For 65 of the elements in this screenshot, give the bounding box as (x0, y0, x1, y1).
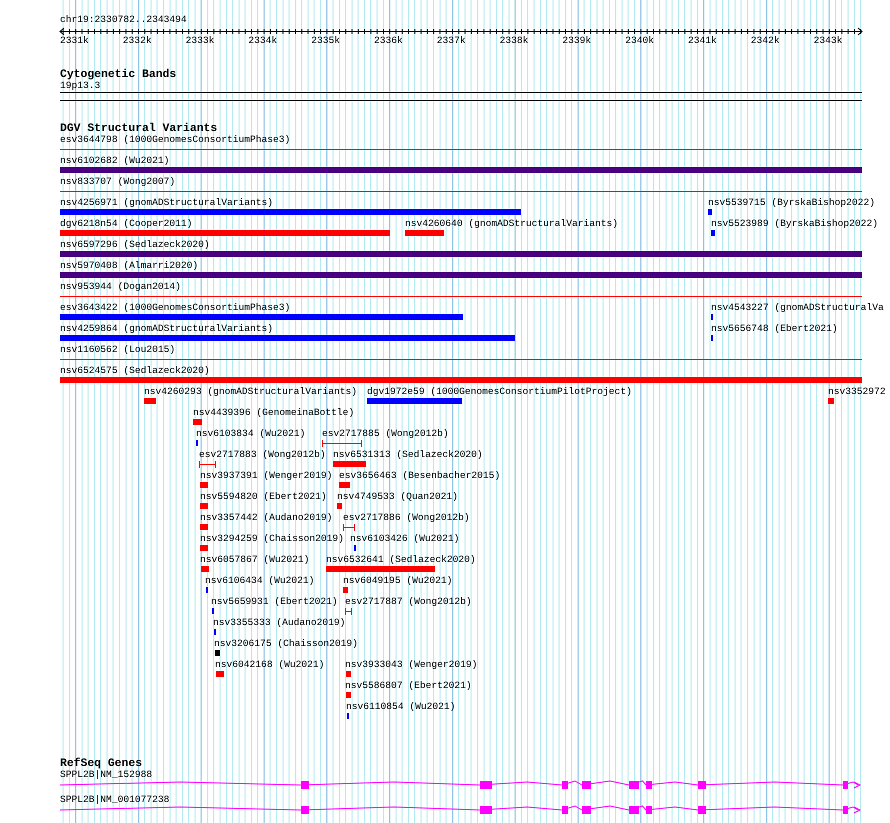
tick-label: 2335k (311, 35, 340, 47)
feature-label: nsv5586807 (Ebert2021) (345, 680, 472, 692)
feature-label: esv2717886 (Wong2012b) (343, 512, 470, 524)
location-label: chr19:2330782..2343494 (60, 14, 187, 26)
tick-label: 2337k (436, 35, 466, 47)
feature-label: nsv6531313 (Sedlazeck2020) (333, 449, 483, 461)
feature-label: nsv6102682 (Wu2021) (60, 155, 170, 167)
tick-label: 2341k (688, 35, 717, 47)
tick-label: 2339k (562, 35, 592, 47)
track-title: RefSeq Genes (60, 757, 142, 770)
tick-label: 2343k (814, 35, 842, 47)
feature-label: esv3644798 (1000GenomesConsortiumPhase3) (60, 134, 290, 146)
feature-label: nsv3294259 (Chaisson2019) (200, 533, 344, 545)
feature-label: nsv6057867 (Wu2021) (200, 554, 310, 566)
gene-label: SPPL2B|NM_001077238 (60, 794, 170, 806)
feature-label: nsv5523989 (ByrskaBishop2022) (711, 218, 878, 230)
feature-label: dgv1972e59 (1000GenomesConsortiumPilotProject) (367, 386, 632, 398)
tick-label: 2340k (625, 35, 654, 47)
tick-label: 2336k (374, 35, 403, 47)
gene-label: SPPL2B|NM_152988 (60, 769, 152, 781)
feature-label: nsv3937391 (Wenger2019) (200, 470, 332, 482)
track-title: Cytogenetic Bands (60, 68, 176, 82)
tick-label: 2342k (750, 35, 780, 47)
feature-label: nsv4260640 (gnomADStructuralVariants) (405, 218, 618, 230)
feature-label: nsv6103426 (Wu2021) (350, 533, 460, 545)
tick-label: 2333k (186, 35, 214, 47)
feature-label: nsv6524575 (Sedlazeck2020) (60, 365, 210, 377)
feature-label: nsv4439396 (GenomeinaBottle) (193, 407, 354, 419)
feature-label: esv3643422 (1000GenomesConsortiumPhase3) (60, 302, 290, 314)
feature-label: nsv4260293 (gnomADStructuralVariants) (144, 386, 358, 398)
feature-label: nsv6106434 (Wu2021) (205, 575, 314, 587)
feature-label: nsv3357442 (Audano2019) (200, 512, 332, 524)
feature-label: nsv3206175 (Chaisson2019) (214, 638, 358, 650)
tick-label: 2331k (60, 35, 89, 47)
feature-label: esv2717887 (Wong2012b) (345, 596, 472, 608)
feature-label: nsv1160562 (Lou2015) (60, 344, 176, 356)
feature-label: nsv6042168 (Wu2021) (215, 659, 324, 671)
feature-label: nsv5970408 (Almarri2020) (60, 260, 198, 272)
feature-label: nsv5656748 (Ebert2021) (711, 323, 838, 335)
tick-label: 2338k (500, 35, 528, 47)
tick-label: 2332k (122, 35, 152, 47)
feature-label: nsv6532641 (Sedlazeck2020) (326, 554, 476, 566)
feature-label: nsv5594820 (Ebert2021) (200, 491, 327, 503)
feature-label: nsv953944 (Dogan2014) (60, 281, 181, 293)
feature-label: nsv5539715 (ByrskaBishop2022) (708, 197, 875, 209)
feature-label: nsv833707 (Wong2007) (60, 176, 176, 188)
feature-label: nsv4543227 (gnomADStructuralVa (711, 302, 884, 314)
tick-label: 2334k (248, 35, 278, 47)
band-label: 19p13.3 (60, 80, 100, 92)
feature-label: nsv3933043 (Wenger2019) (345, 659, 478, 671)
feature-label: nsv4749533 (Quan2021) (337, 491, 458, 503)
track-title: DGV Structural Variants (60, 122, 218, 135)
feature-label: nsv6049195 (Wu2021) (343, 575, 452, 587)
feature-label: nsv6597296 (Sedlazeck2020) (60, 239, 210, 251)
feature-label: esv2717885 (Wong2012b) (322, 428, 449, 440)
feature-label: nsv5659931 (Ebert2021) (211, 596, 338, 608)
feature-label: esv3656463 (Besenbacher2015) (339, 470, 500, 482)
feature-label: esv2717883 (Wong2012b) (199, 449, 326, 461)
feature-label: nsv3352972 (828, 386, 886, 398)
feature-label: nsv3355333 (Audano2019) (213, 617, 346, 629)
feature-label: dgv6218n54 (Cooper2011) (60, 218, 192, 230)
feature-label: nsv4256971 (gnomADStructuralVariants) (60, 197, 274, 209)
feature-label: nsv4259864 (gnomADStructuralVariants) (60, 323, 274, 335)
feature-label: nsv6103834 (Wu2021) (196, 428, 306, 440)
feature-label: nsv6110854 (Wu2021) (346, 701, 456, 713)
